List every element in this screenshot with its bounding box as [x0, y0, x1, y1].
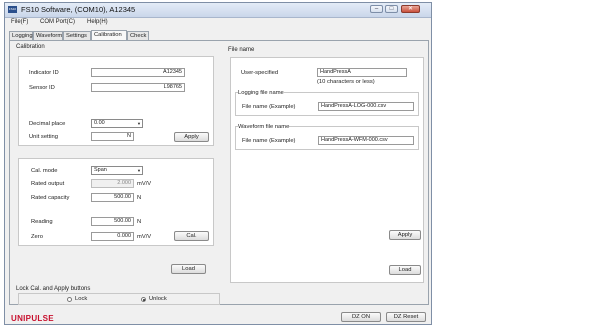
waveform-example-field: HandPressA-WFM-000.csv [318, 136, 414, 145]
cal-mode-label: Cal. mode [31, 168, 58, 174]
dz-on-button[interactable]: DZ ON [341, 312, 381, 322]
title-bar[interactable]: FS10 FS10 Software, (COM10), A12345 – □ … [5, 3, 431, 18]
cal-mode-select[interactable]: Span ▼ [91, 166, 143, 175]
waveform-file-name-title: Waveform file name [238, 124, 290, 130]
rated-output-field: 2.000 [91, 179, 134, 188]
file-name-box: User-specified HandPressA (10 characters… [230, 57, 424, 283]
menu-help[interactable]: Help(H) [87, 19, 108, 25]
lock-title: Lock Cal. and Apply buttons [16, 286, 91, 292]
file-name-apply-button[interactable]: Apply [389, 230, 421, 240]
lock-box: Lock Unlock [18, 293, 220, 305]
cal-mode-box: Cal. mode Span ▼ Rated output 2.000 mV/V… [18, 158, 214, 246]
waveform-example-label: File name (Example) [242, 138, 296, 144]
chevron-down-icon: ▼ [137, 168, 141, 173]
decimal-place-select[interactable]: 0.00 ▼ [91, 119, 143, 128]
app-window: FS10 FS10 Software, (COM10), A12345 – □ … [4, 2, 432, 325]
logging-file-name-box: Logging file name File name (Example) Ha… [235, 90, 419, 116]
id-settings-box: Indicator ID A12345 Sensor ID L98765 Dec… [18, 56, 214, 146]
lock-radio[interactable] [67, 297, 72, 302]
sensor-id-field[interactable]: L98765 [91, 83, 185, 92]
reading-field[interactable]: 500.00 [91, 217, 134, 226]
tab-logging[interactable]: Logging [9, 31, 33, 40]
reading-label: Reading [31, 219, 53, 225]
maximize-button[interactable]: □ [385, 5, 398, 13]
zero-field[interactable]: 0.000 [91, 232, 134, 241]
unit-setting-label: Unit setting [29, 134, 58, 140]
waveform-file-name-box: Waveform file name File name (Example) H… [235, 124, 419, 150]
unlock-radio[interactable] [141, 297, 146, 302]
tab-check[interactable]: Check [127, 31, 149, 40]
app-icon: FS10 [8, 6, 17, 13]
calibration-load-button[interactable]: Load [171, 264, 206, 274]
zero-label: Zero [31, 234, 43, 240]
tab-waveform[interactable]: Waveform [33, 31, 63, 40]
unit-setting-field[interactable]: N [91, 132, 134, 141]
lock-radio-label[interactable]: Lock [75, 296, 87, 302]
cal-button[interactable]: Cal. [174, 231, 209, 241]
decimal-place-value: 0.00 [94, 120, 105, 126]
logging-example-field: HandPressA-LOG-000.csv [318, 102, 414, 111]
tab-settings[interactable]: Settings [63, 31, 91, 40]
reading-unit: N [137, 219, 142, 225]
user-specified-field[interactable]: HandPressA [317, 68, 407, 77]
close-button[interactable]: ✕ [401, 5, 420, 13]
dz-reset-button[interactable]: DZ Reset [386, 312, 426, 322]
chevron-down-icon: ▼ [137, 121, 141, 126]
cal-mode-value: Span [94, 167, 107, 173]
maximize-icon: □ [389, 6, 394, 12]
rated-output-label: Rated output [31, 181, 65, 187]
menu-bar: File(F) COM Port(C) Help(H) [5, 18, 431, 28]
indicator-id-field[interactable]: A12345 [91, 68, 185, 77]
logging-file-name-title: Logging file name [238, 90, 284, 96]
rated-capacity-unit: N [137, 195, 142, 201]
logging-example-label: File name (Example) [242, 104, 296, 110]
rated-output-unit: mV/V [137, 181, 152, 187]
unipulse-logo: UNIPULSE [11, 314, 54, 323]
minimize-button[interactable]: – [370, 5, 383, 13]
rated-capacity-label: Rated capacity [31, 195, 70, 201]
indicator-id-label: Indicator ID [29, 70, 59, 76]
file-name-load-button[interactable]: Load [389, 265, 421, 275]
close-icon: ✕ [407, 6, 414, 12]
unlock-radio-label[interactable]: Unlock [149, 296, 167, 302]
calibration-apply-button[interactable]: Apply [174, 132, 209, 142]
calibration-title: Calibration [16, 44, 45, 50]
calibration-panel: Calibration Indicator ID A12345 Sensor I… [9, 40, 429, 305]
window-title: FS10 Software, (COM10), A12345 [21, 5, 136, 14]
file-name-title: File name [228, 47, 255, 53]
user-specified-label: User-specified [241, 70, 279, 76]
user-specified-hint: (10 characters or less) [317, 79, 375, 85]
menu-file[interactable]: File(F) [11, 19, 28, 25]
zero-unit: mV/V [137, 234, 152, 240]
minimize-icon: – [374, 6, 379, 12]
sensor-id-label: Sensor ID [29, 85, 55, 91]
decimal-place-label: Decimal place [29, 121, 66, 127]
menu-com-port[interactable]: COM Port(C) [40, 19, 75, 25]
rated-capacity-field[interactable]: 500.00 [91, 193, 134, 202]
